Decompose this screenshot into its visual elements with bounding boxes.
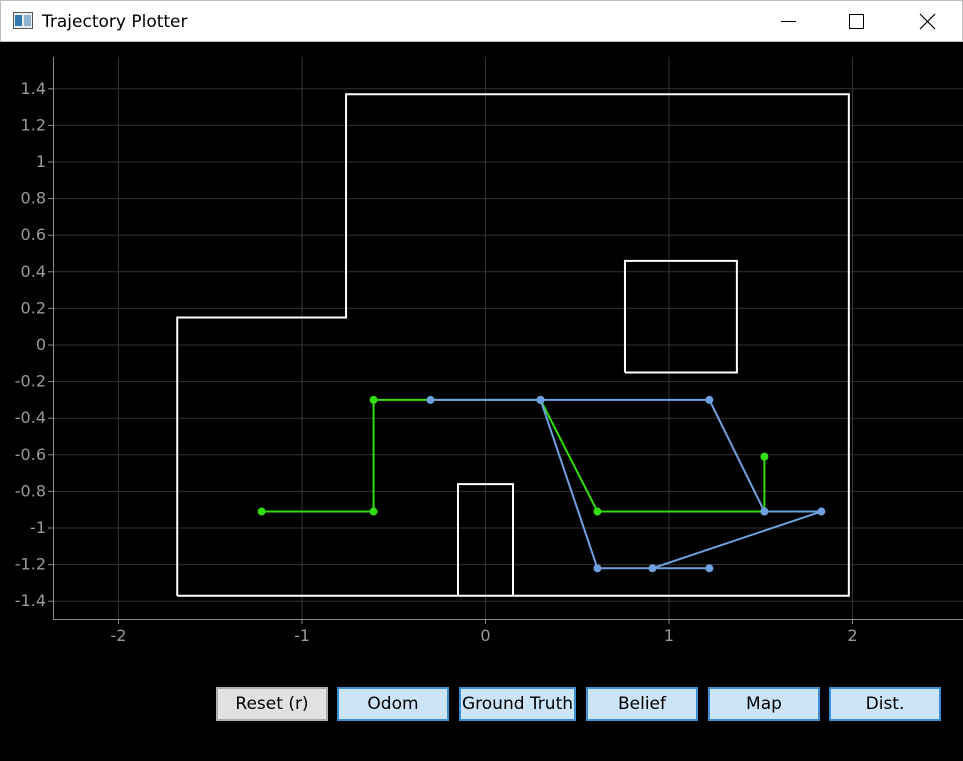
- y-tick-label: -0.2: [15, 372, 46, 391]
- ground-truth-point: [593, 507, 602, 516]
- x-tick-label: -1: [294, 626, 310, 645]
- map-button[interactable]: Map: [708, 687, 820, 721]
- belief-point: [760, 507, 769, 516]
- title-bar: Trajectory Plotter: [0, 0, 963, 42]
- window-title: Trajectory Plotter: [42, 12, 188, 32]
- belief-point: [593, 564, 602, 573]
- y-tick-label: -1: [30, 518, 46, 537]
- maximize-button[interactable]: [824, 1, 888, 42]
- belief-button[interactable]: Belief: [586, 687, 698, 721]
- minimize-icon: [781, 21, 796, 22]
- app-icon: [13, 12, 33, 29]
- y-tick-label: -0.4: [15, 408, 46, 427]
- belief-point: [648, 564, 657, 573]
- ground-truth-point: [369, 507, 378, 516]
- y-tick-label: 1.2: [21, 115, 46, 134]
- dist-button[interactable]: Dist.: [829, 687, 941, 721]
- maximize-icon: [849, 14, 864, 29]
- y-tick-label: 0.4: [21, 262, 46, 281]
- y-tick-label: -1.4: [15, 591, 46, 610]
- reset-button[interactable]: Reset (r): [216, 687, 328, 721]
- close-button[interactable]: [896, 1, 960, 42]
- grid: [53, 57, 963, 619]
- y-tick-label: -0.8: [15, 481, 46, 500]
- y-tick-label: 0.2: [21, 298, 46, 317]
- y-tick-label: 1: [36, 152, 46, 171]
- ground-truth-point: [369, 395, 378, 404]
- y-tick-label: 0: [36, 335, 46, 354]
- close-icon: [919, 13, 936, 30]
- y-tick-label: 0.6: [21, 225, 46, 244]
- x-tick-label: 0: [480, 626, 490, 645]
- ground-truth-point: [257, 507, 266, 516]
- y-tick-label: -1.2: [15, 555, 46, 574]
- belief-point: [536, 395, 545, 404]
- x-tick-label: -2: [111, 626, 127, 645]
- tick-labels: 1.4 1.2 1 0.8 0.6 0.4 0.2 0 -0.2 -0.4 -0.6 -0.8 -1 -1…: [15, 79, 858, 645]
- y-tick-label: -0.6: [15, 445, 46, 464]
- ground-truth-button[interactable]: Ground Truth: [459, 687, 576, 721]
- x-tick-label: 2: [847, 626, 857, 645]
- axes: [53, 57, 963, 620]
- belief-point: [817, 507, 826, 516]
- odom-button[interactable]: Odom: [337, 687, 449, 721]
- belief-point: [705, 564, 714, 573]
- minimize-button[interactable]: [756, 1, 820, 42]
- y-tick-label: 1.4: [21, 79, 46, 98]
- ground-truth-point: [760, 452, 769, 461]
- x-tick-label: 1: [664, 626, 674, 645]
- y-tick-label: 0.8: [21, 189, 46, 208]
- map-wall: [623, 259, 738, 374]
- belief-point: [705, 395, 714, 404]
- trajectory-plot[interactable]: 1.4 1.2 1 0.8 0.6 0.4 0.2 0 -0.2 -0.4 -0.6 -0.8 -1 -1…: [0, 42, 963, 682]
- belief-point: [426, 395, 435, 404]
